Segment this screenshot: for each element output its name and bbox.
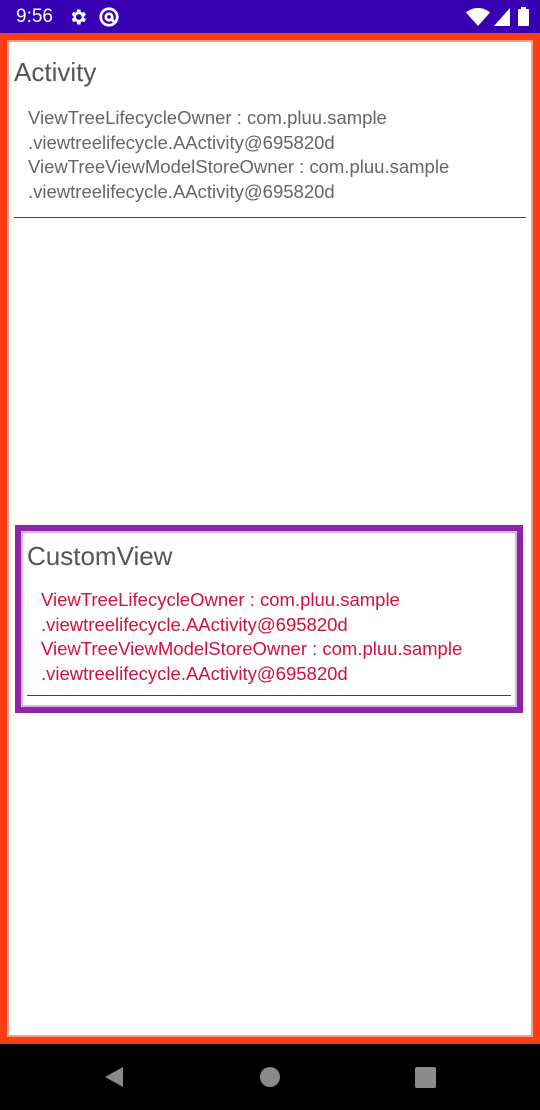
custom-view-title: CustomView [27, 541, 173, 571]
recents-icon[interactable] [415, 1067, 436, 1088]
activity-lifecycle-owner-line: ViewTreeLifecycleOwner : com.pluu.sample [28, 107, 387, 128]
custom-viewmodelstore-owner-value: .viewtreelifecycle.AActivity@695820d [41, 662, 348, 684]
activity-lifecycle-owner-value: .viewtreelifecycle.AActivity@695820d [28, 131, 335, 153]
gear-icon [71, 9, 86, 25]
home-icon[interactable] [259, 1066, 281, 1088]
activity-viewmodelstore-owner-value: .viewtreelifecycle.AActivity@695820d [28, 180, 335, 202]
custom-view-container: CustomView ViewTreeLifecycleOwner : com.… [15, 525, 523, 713]
at-sign-icon [99, 7, 119, 27]
custom-view-divider [27, 695, 511, 696]
back-icon[interactable] [103, 1066, 125, 1088]
activity-divider [14, 217, 526, 218]
activity-viewmodelstore-owner-line: ViewTreeViewModelStoreOwner : com.pluu.s… [28, 156, 450, 177]
navigation-bar [0, 1044, 540, 1110]
status-time: 9:56 [16, 6, 53, 27]
battery-icon [518, 7, 529, 26]
custom-lifecycle-owner-value: .viewtreelifecycle.AActivity@695820d [41, 613, 348, 635]
activity-title: Activity [14, 57, 97, 87]
activity-container: Activity ViewTreeLifecycleOwner : com.pl… [0, 33, 540, 1044]
custom-viewmodelstore-owner-line: ViewTreeViewModelStoreOwner : com.pluu.s… [41, 638, 463, 659]
activity-owner-info: ViewTreeLifecycleOwner : com.pluu.sample… [28, 106, 518, 204]
wifi-icon [466, 8, 490, 26]
signal-icon [494, 8, 510, 26]
custom-view-owner-info: ViewTreeLifecycleOwner : com.pluu.sample… [41, 588, 511, 686]
custom-lifecycle-owner-line: ViewTreeLifecycleOwner : com.pluu.sample [41, 589, 400, 610]
status-bar: 9:56 [0, 0, 540, 33]
